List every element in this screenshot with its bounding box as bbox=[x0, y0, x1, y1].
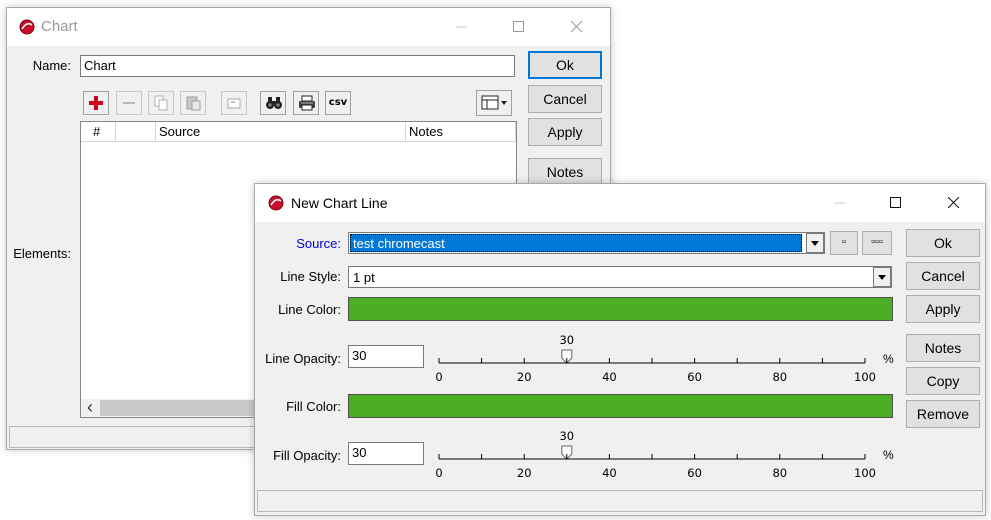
line-opacity-slider-tick-label: 0 bbox=[435, 370, 442, 384]
frame-icon bbox=[227, 98, 241, 109]
binoculars-icon bbox=[266, 97, 282, 109]
line-ok-button[interactable]: Ok bbox=[906, 229, 980, 257]
line-color-swatch[interactable] bbox=[348, 297, 893, 321]
line-window-title: New Chart Line bbox=[291, 195, 388, 211]
elements-label: Elements: bbox=[13, 246, 71, 261]
source-label: Source: bbox=[296, 236, 341, 251]
maximize-icon bbox=[890, 197, 901, 208]
add-element-button[interactable] bbox=[83, 91, 109, 115]
name-input[interactable]: Chart bbox=[80, 55, 515, 77]
line-style-combobox[interactable]: 1 pt bbox=[348, 266, 892, 288]
fill-opacity-slider-tick-label: 80 bbox=[772, 466, 787, 480]
line-notes-button[interactable]: Notes bbox=[906, 334, 980, 362]
new-chart-line-window: New Chart Line Source: test chromecast ▫… bbox=[254, 183, 986, 516]
line-status-bar bbox=[257, 490, 983, 512]
print-button[interactable] bbox=[293, 91, 319, 115]
fill-opacity-slider-tick-label: 20 bbox=[517, 466, 532, 480]
scroll-thumb[interactable] bbox=[100, 400, 260, 416]
copy-element-button[interactable] bbox=[148, 91, 174, 115]
column-header-blank[interactable] bbox=[116, 122, 156, 142]
export-csv-button[interactable]: csv bbox=[325, 91, 351, 115]
source-dropdown-button[interactable] bbox=[806, 233, 824, 253]
remove-element-button[interactable] bbox=[116, 91, 142, 115]
column-header-notes[interactable]: Notes bbox=[406, 122, 516, 142]
source-selected-value: test chromecast bbox=[350, 234, 802, 252]
paste-icon bbox=[186, 96, 201, 111]
line-opacity-input[interactable]: 30 bbox=[348, 345, 424, 368]
line-opacity-slider-tick-label: 40 bbox=[602, 370, 617, 384]
chart-window-title: Chart bbox=[41, 18, 78, 35]
column-header-source[interactable]: Source bbox=[156, 122, 406, 142]
chart-notes-button[interactable]: Notes bbox=[528, 158, 602, 186]
line-minimize-button[interactable] bbox=[817, 188, 863, 218]
line-copy-button[interactable]: Copy bbox=[906, 367, 980, 395]
minimize-icon bbox=[456, 26, 467, 28]
fill-opacity-input[interactable]: 30 bbox=[348, 442, 424, 465]
line-style-value: 1 pt bbox=[353, 270, 375, 285]
view-menu-button[interactable] bbox=[476, 90, 512, 116]
chart-minimize-button[interactable] bbox=[439, 12, 485, 42]
fill-opacity-label: Fill Opacity: bbox=[273, 448, 341, 463]
view-menu-icon bbox=[481, 95, 507, 110]
app-logo-icon bbox=[268, 195, 284, 211]
source-browse-button[interactable]: ▫▫▫ bbox=[862, 231, 892, 255]
line-close-button[interactable] bbox=[931, 188, 977, 218]
fill-opacity-slider-tick-label: 60 bbox=[687, 466, 702, 480]
chart-apply-button[interactable]: Apply bbox=[528, 118, 602, 146]
paste-element-button[interactable] bbox=[180, 91, 206, 115]
fill-opacity-slider-tick-label: 40 bbox=[602, 466, 617, 480]
source-combobox[interactable]: test chromecast bbox=[348, 232, 825, 254]
fill-opacity-slider-value-label: 30 bbox=[559, 429, 574, 443]
copy-icon bbox=[154, 95, 168, 111]
fill-opacity-slider[interactable]: 30 0 20 40 60 80 100 bbox=[431, 425, 891, 481]
chart-close-button[interactable] bbox=[554, 12, 600, 42]
fill-opacity-slider-tick-label: 0 bbox=[435, 466, 442, 480]
chevron-down-icon bbox=[878, 275, 886, 280]
close-icon bbox=[571, 21, 583, 33]
line-apply-button[interactable]: Apply bbox=[906, 295, 980, 323]
minus-icon bbox=[123, 102, 135, 104]
name-label: Name: bbox=[32, 58, 71, 73]
find-button[interactable] bbox=[260, 91, 286, 115]
chart-maximize-button[interactable] bbox=[496, 12, 542, 42]
line-cancel-button[interactable]: Cancel bbox=[906, 262, 980, 290]
line-opacity-label: Line Opacity: bbox=[265, 351, 341, 366]
line-opacity-slider[interactable]: 30 0 20 40 60 80 100 bbox=[431, 329, 891, 385]
source-small-button[interactable]: ▫ bbox=[830, 231, 858, 255]
line-opacity-slider-tick-label: 60 bbox=[687, 370, 702, 384]
app-logo-icon bbox=[19, 19, 35, 35]
line-style-dropdown-button[interactable] bbox=[873, 267, 891, 287]
line-opacity-slider-tick-label: 100 bbox=[854, 370, 876, 384]
fill-color-label: Fill Color: bbox=[286, 399, 341, 414]
plus-icon bbox=[89, 96, 103, 110]
printer-icon bbox=[299, 95, 315, 111]
line-opacity-slider-tick-label: 80 bbox=[772, 370, 787, 384]
minimize-icon bbox=[834, 202, 845, 204]
frame-button[interactable] bbox=[221, 91, 247, 115]
line-style-label: Line Style: bbox=[280, 269, 341, 284]
line-opacity-slider-tick-label: 20 bbox=[517, 370, 532, 384]
fill-color-swatch[interactable] bbox=[348, 394, 893, 418]
line-opacity-percent: % bbox=[883, 352, 894, 366]
line-remove-button[interactable]: Remove bbox=[906, 400, 980, 428]
scroll-left-arrow[interactable]: ‹ bbox=[81, 398, 99, 417]
chevron-down-icon bbox=[811, 241, 819, 246]
maximize-icon bbox=[513, 21, 524, 32]
fill-opacity-percent: % bbox=[883, 448, 894, 462]
line-titlebar[interactable]: New Chart Line bbox=[255, 184, 985, 222]
line-opacity-slider-value-label: 30 bbox=[559, 333, 574, 347]
chart-titlebar[interactable]: Chart bbox=[7, 8, 610, 46]
chart-ok-button[interactable]: Ok bbox=[528, 51, 602, 79]
chart-cancel-button[interactable]: Cancel bbox=[528, 85, 602, 113]
column-header-number[interactable]: # bbox=[81, 122, 116, 142]
line-maximize-button[interactable] bbox=[873, 188, 919, 218]
close-icon bbox=[948, 197, 960, 209]
fill-opacity-slider-tick-label: 100 bbox=[854, 466, 876, 480]
line-color-label: Line Color: bbox=[278, 302, 341, 317]
